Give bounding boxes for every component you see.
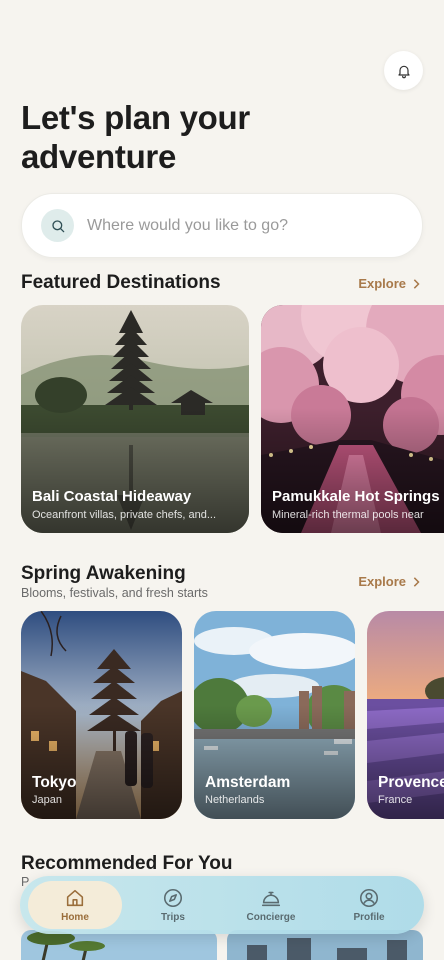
search-icon <box>41 209 74 242</box>
tab-home[interactable]: Home <box>28 881 122 929</box>
cityscape-image <box>227 930 423 960</box>
recommended-section-title: Recommended For You <box>21 853 233 874</box>
tab-label: Concierge <box>246 912 296 923</box>
featured-card-pamukkale[interactable]: Pamukkale Hot Springs Mineral-rich therm… <box>261 305 444 533</box>
card-subtitle: Mineral-rich thermal pools near <box>272 509 424 521</box>
card-title: Bali Coastal Hideaway <box>32 488 192 505</box>
beach-palms-image <box>21 930 217 960</box>
spring-section-subtitle: Blooms, festivals, and fresh starts <box>21 586 208 600</box>
spring-card-provence[interactable]: Provence France <box>367 611 444 819</box>
spring-card-tokyo[interactable]: Tokyo Japan <box>21 611 182 819</box>
explore-label: Explore <box>358 276 406 291</box>
tab-trips[interactable]: Trips <box>126 881 220 929</box>
card-subtitle: Oceanfront villas, private chefs, and... <box>32 509 217 521</box>
service-bell-icon <box>261 891 281 907</box>
card-subtitle: France <box>378 794 413 806</box>
tab-label: Home <box>61 912 89 923</box>
notifications-button[interactable] <box>384 51 423 90</box>
home-icon <box>66 889 84 907</box>
card-title: Provence <box>378 774 444 791</box>
recommended-card-1[interactable] <box>21 930 217 960</box>
tab-concierge[interactable]: Concierge <box>224 881 318 929</box>
spring-card-amsterdam[interactable]: Amsterdam Netherlands <box>194 611 355 819</box>
bell-icon <box>397 65 410 78</box>
search-bar[interactable]: Where would you like to go? <box>21 193 423 258</box>
tab-label: Trips <box>161 912 185 923</box>
tab-label: Profile <box>353 912 385 923</box>
card-title: Pamukkale Hot Springs <box>272 488 440 505</box>
page-title: Let's plan your adventure <box>21 99 250 175</box>
bottom-tab-bar: Home Trips Concierge Profile <box>20 876 424 934</box>
chevron-right-icon <box>413 278 420 289</box>
featured-section-title: Featured Destinations <box>21 272 221 293</box>
card-title: Tokyo <box>32 774 77 791</box>
spring-explore-link[interactable]: Explore <box>358 574 420 589</box>
card-title: Amsterdam <box>205 774 291 791</box>
chevron-right-icon <box>413 576 420 587</box>
explore-label: Explore <box>358 574 406 589</box>
recommended-card-2[interactable] <box>227 930 423 960</box>
card-subtitle: Japan <box>32 794 62 806</box>
card-subtitle: Netherlands <box>205 794 265 806</box>
user-icon <box>359 888 379 908</box>
featured-card-bali[interactable]: Bali Coastal Hideaway Oceanfront villas,… <box>21 305 249 533</box>
spring-section-title: Spring Awakening <box>21 563 186 584</box>
featured-explore-link[interactable]: Explore <box>358 276 420 291</box>
compass-icon <box>163 888 183 908</box>
search-input[interactable]: Where would you like to go? <box>87 217 288 235</box>
tab-profile[interactable]: Profile <box>322 881 416 929</box>
